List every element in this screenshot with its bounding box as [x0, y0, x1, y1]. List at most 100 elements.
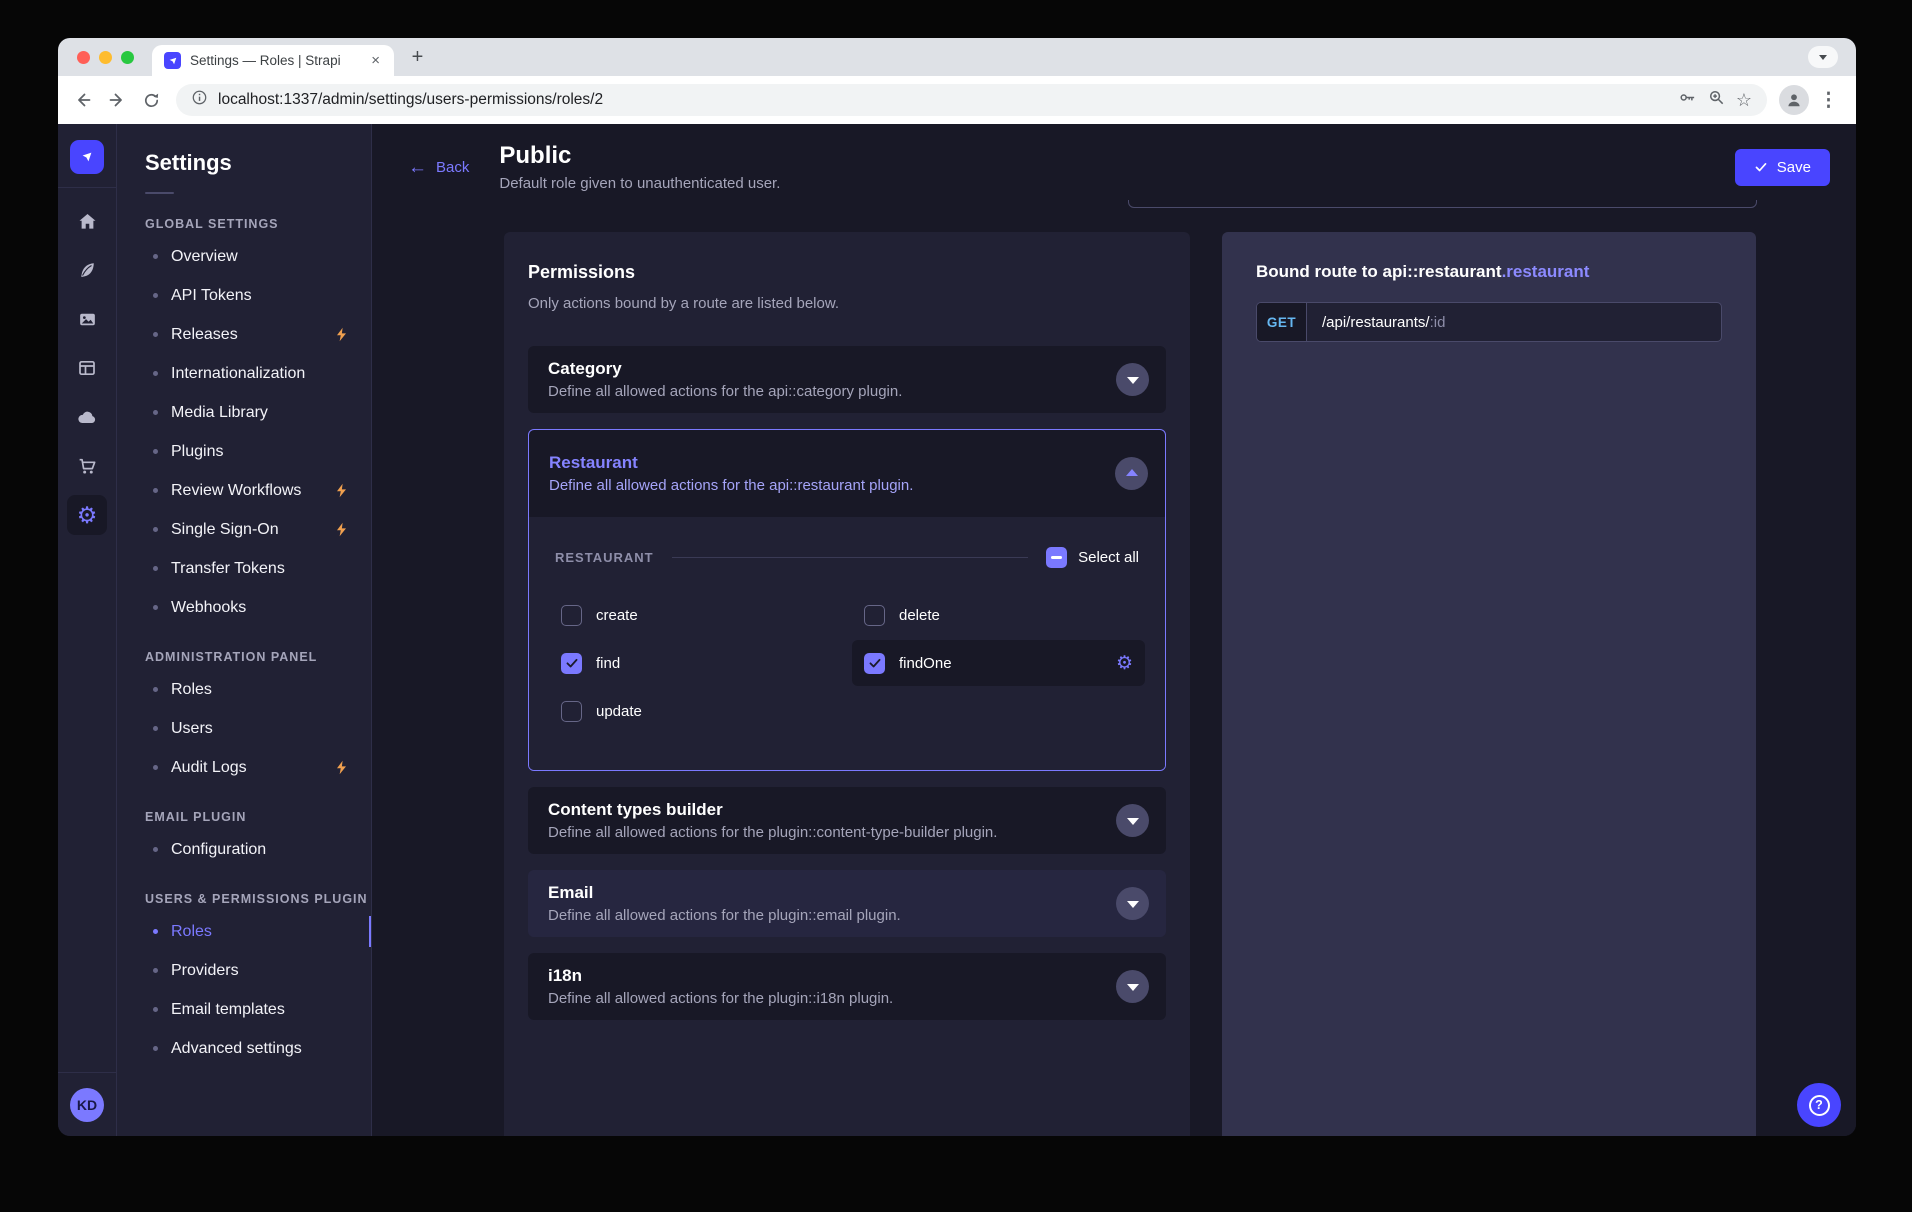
cloud-deploy-icon[interactable] — [67, 397, 107, 437]
section-administration-panel: ADMINISTRATION PANEL Roles Users Audit L… — [117, 650, 371, 787]
marketplace-cart-icon[interactable] — [67, 446, 107, 486]
group-divider — [672, 557, 1029, 558]
accordion-email[interactable]: Email Define all allowed actions for the… — [528, 870, 1166, 937]
permission-findone[interactable]: findOne ⚙ — [852, 640, 1145, 686]
address-bar[interactable]: localhost:1337/admin/settings/users-perm… — [176, 84, 1767, 116]
expand-toggle-button[interactable] — [1116, 363, 1149, 396]
caret-down-icon — [1127, 377, 1139, 384]
browser-window: Settings — Roles | Strapi × + localhost:… — [58, 38, 1856, 1136]
browser-profile-avatar[interactable] — [1779, 85, 1809, 115]
sidebar-item-email-templates[interactable]: Email templates — [117, 990, 371, 1029]
check-icon — [1754, 160, 1768, 174]
site-info-icon[interactable] — [191, 89, 208, 111]
select-all-control[interactable]: Select all — [1046, 547, 1139, 568]
accordion-restaurant[interactable]: Restaurant Define all allowed actions fo… — [528, 429, 1166, 771]
sidebar-item-overview[interactable]: Overview — [117, 237, 371, 276]
sidebar-item-webhooks[interactable]: Webhooks — [117, 588, 371, 627]
permission-find[interactable]: find — [549, 640, 842, 686]
settings-gear-icon[interactable]: ⚙ — [67, 495, 107, 535]
content-type-builder-icon[interactable] — [67, 348, 107, 388]
accordion-header[interactable]: Category Define all allowed actions for … — [528, 346, 1166, 413]
new-tab-button[interactable]: + — [404, 44, 431, 71]
save-button[interactable]: Save — [1735, 149, 1830, 186]
permission-create[interactable]: create — [549, 592, 842, 638]
sidebar-item-providers[interactable]: Providers — [117, 951, 371, 990]
bound-route-title: Bound route to api::restaurant.restauran… — [1256, 262, 1722, 282]
forward-button[interactable] — [100, 83, 134, 117]
sidebar-item-media-library[interactable]: Media Library — [117, 393, 371, 432]
media-library-icon[interactable] — [67, 299, 107, 339]
password-key-icon[interactable] — [1678, 88, 1697, 112]
zoom-window-button[interactable] — [121, 51, 134, 64]
accordion-header[interactable]: Restaurant Define all allowed actions fo… — [529, 430, 1165, 517]
back-link[interactable]: ← Back — [408, 158, 469, 177]
expand-toggle-button[interactable] — [1116, 970, 1149, 1003]
url-text[interactable]: localhost:1337/admin/settings/users-perm… — [218, 91, 1668, 109]
sidebar-item-plugins[interactable]: Plugins — [117, 432, 371, 471]
permission-grid: create delete find — [549, 592, 1145, 734]
main-nav-rail: ⚙ KD — [58, 124, 117, 1136]
checkbox-update[interactable] — [561, 701, 582, 722]
home-icon[interactable] — [67, 201, 107, 241]
route-display: GET /api/restaurants/:id — [1256, 302, 1722, 342]
sidebar-item-up-roles[interactable]: Roles — [117, 912, 371, 951]
accordion-content-types-builder[interactable]: Content types builder Define all allowed… — [528, 787, 1166, 854]
accordion-i18n[interactable]: i18n Define all allowed actions for the … — [528, 953, 1166, 1020]
checkbox-delete[interactable] — [864, 605, 885, 626]
checkbox-find[interactable] — [561, 653, 582, 674]
user-avatar[interactable]: KD — [70, 1088, 104, 1122]
caret-down-icon — [1127, 818, 1139, 825]
sidebar-item-single-sign-on[interactable]: Single Sign-On — [117, 510, 371, 549]
bullet-icon — [153, 527, 158, 532]
permission-delete[interactable]: delete — [852, 592, 1145, 638]
bullet-icon — [153, 847, 158, 852]
sidebar-item-configuration[interactable]: Configuration — [117, 830, 371, 869]
sidebar-item-api-tokens[interactable]: API Tokens — [117, 276, 371, 315]
sidebar-item-internationalization[interactable]: Internationalization — [117, 354, 371, 393]
bullet-icon — [153, 968, 158, 973]
sidebar-item-advanced-settings[interactable]: Advanced settings — [117, 1029, 371, 1068]
browser-tab[interactable]: Settings — Roles | Strapi × — [152, 45, 394, 76]
checkbox-create[interactable] — [561, 605, 582, 626]
close-window-button[interactable] — [77, 51, 90, 64]
sidebar-item-audit-logs[interactable]: Audit Logs — [117, 748, 371, 787]
minimize-window-button[interactable] — [99, 51, 112, 64]
tab-close-icon[interactable]: × — [367, 51, 384, 70]
accordion-category[interactable]: Category Define all allowed actions for … — [528, 346, 1166, 413]
sidebar-item-transfer-tokens[interactable]: Transfer Tokens — [117, 549, 371, 588]
expand-toggle-button[interactable] — [1116, 804, 1149, 837]
sidebar-item-admin-roles[interactable]: Roles — [117, 670, 371, 709]
tab-search-button[interactable] — [1808, 46, 1838, 68]
checkbox-findone[interactable] — [864, 653, 885, 674]
help-button[interactable]: ? — [1797, 1083, 1841, 1127]
expand-toggle-button[interactable] — [1116, 887, 1149, 920]
collapse-toggle-button[interactable] — [1115, 457, 1148, 490]
accordion-description: Define all allowed actions for the api::… — [548, 383, 902, 400]
permission-group-header: RESTAURANT Select all — [549, 547, 1145, 568]
tab-strip: Settings — Roles | Strapi × + — [58, 38, 1856, 76]
back-button[interactable] — [66, 83, 100, 117]
sidebar-item-releases[interactable]: Releases — [117, 315, 371, 354]
permissions-subtitle: Only actions bound by a route are listed… — [528, 295, 1166, 312]
title-block: Public Default role given to unauthentic… — [499, 142, 780, 192]
lightning-icon — [334, 327, 349, 342]
section-users-permissions-plugin: USERS & PERMISSIONS PLUGIN Roles Provide… — [117, 892, 371, 1068]
reload-button[interactable] — [134, 83, 168, 117]
bullet-icon — [153, 410, 158, 415]
bookmark-star-icon[interactable]: ☆ — [1736, 91, 1752, 109]
accordion-header[interactable]: Content types builder Define all allowed… — [528, 787, 1166, 854]
select-all-checkbox[interactable] — [1046, 547, 1067, 568]
permission-settings-gear-icon[interactable]: ⚙ — [1116, 654, 1133, 673]
zoom-in-icon[interactable] — [1707, 88, 1726, 112]
content-manager-feather-icon[interactable] — [67, 250, 107, 290]
lightning-icon — [334, 760, 349, 775]
description-input-remnant[interactable] — [1128, 200, 1757, 208]
strapi-logo[interactable] — [70, 140, 104, 174]
browser-menu-icon[interactable]: ⋮ — [1813, 89, 1844, 112]
accordion-header[interactable]: i18n Define all allowed actions for the … — [528, 953, 1166, 1020]
sidebar-item-admin-users[interactable]: Users — [117, 709, 371, 748]
sidebar-item-review-workflows[interactable]: Review Workflows — [117, 471, 371, 510]
accordion-header[interactable]: Email Define all allowed actions for the… — [528, 870, 1166, 937]
section-label: USERS & PERMISSIONS PLUGIN — [117, 892, 371, 906]
permission-update[interactable]: update — [549, 688, 842, 734]
